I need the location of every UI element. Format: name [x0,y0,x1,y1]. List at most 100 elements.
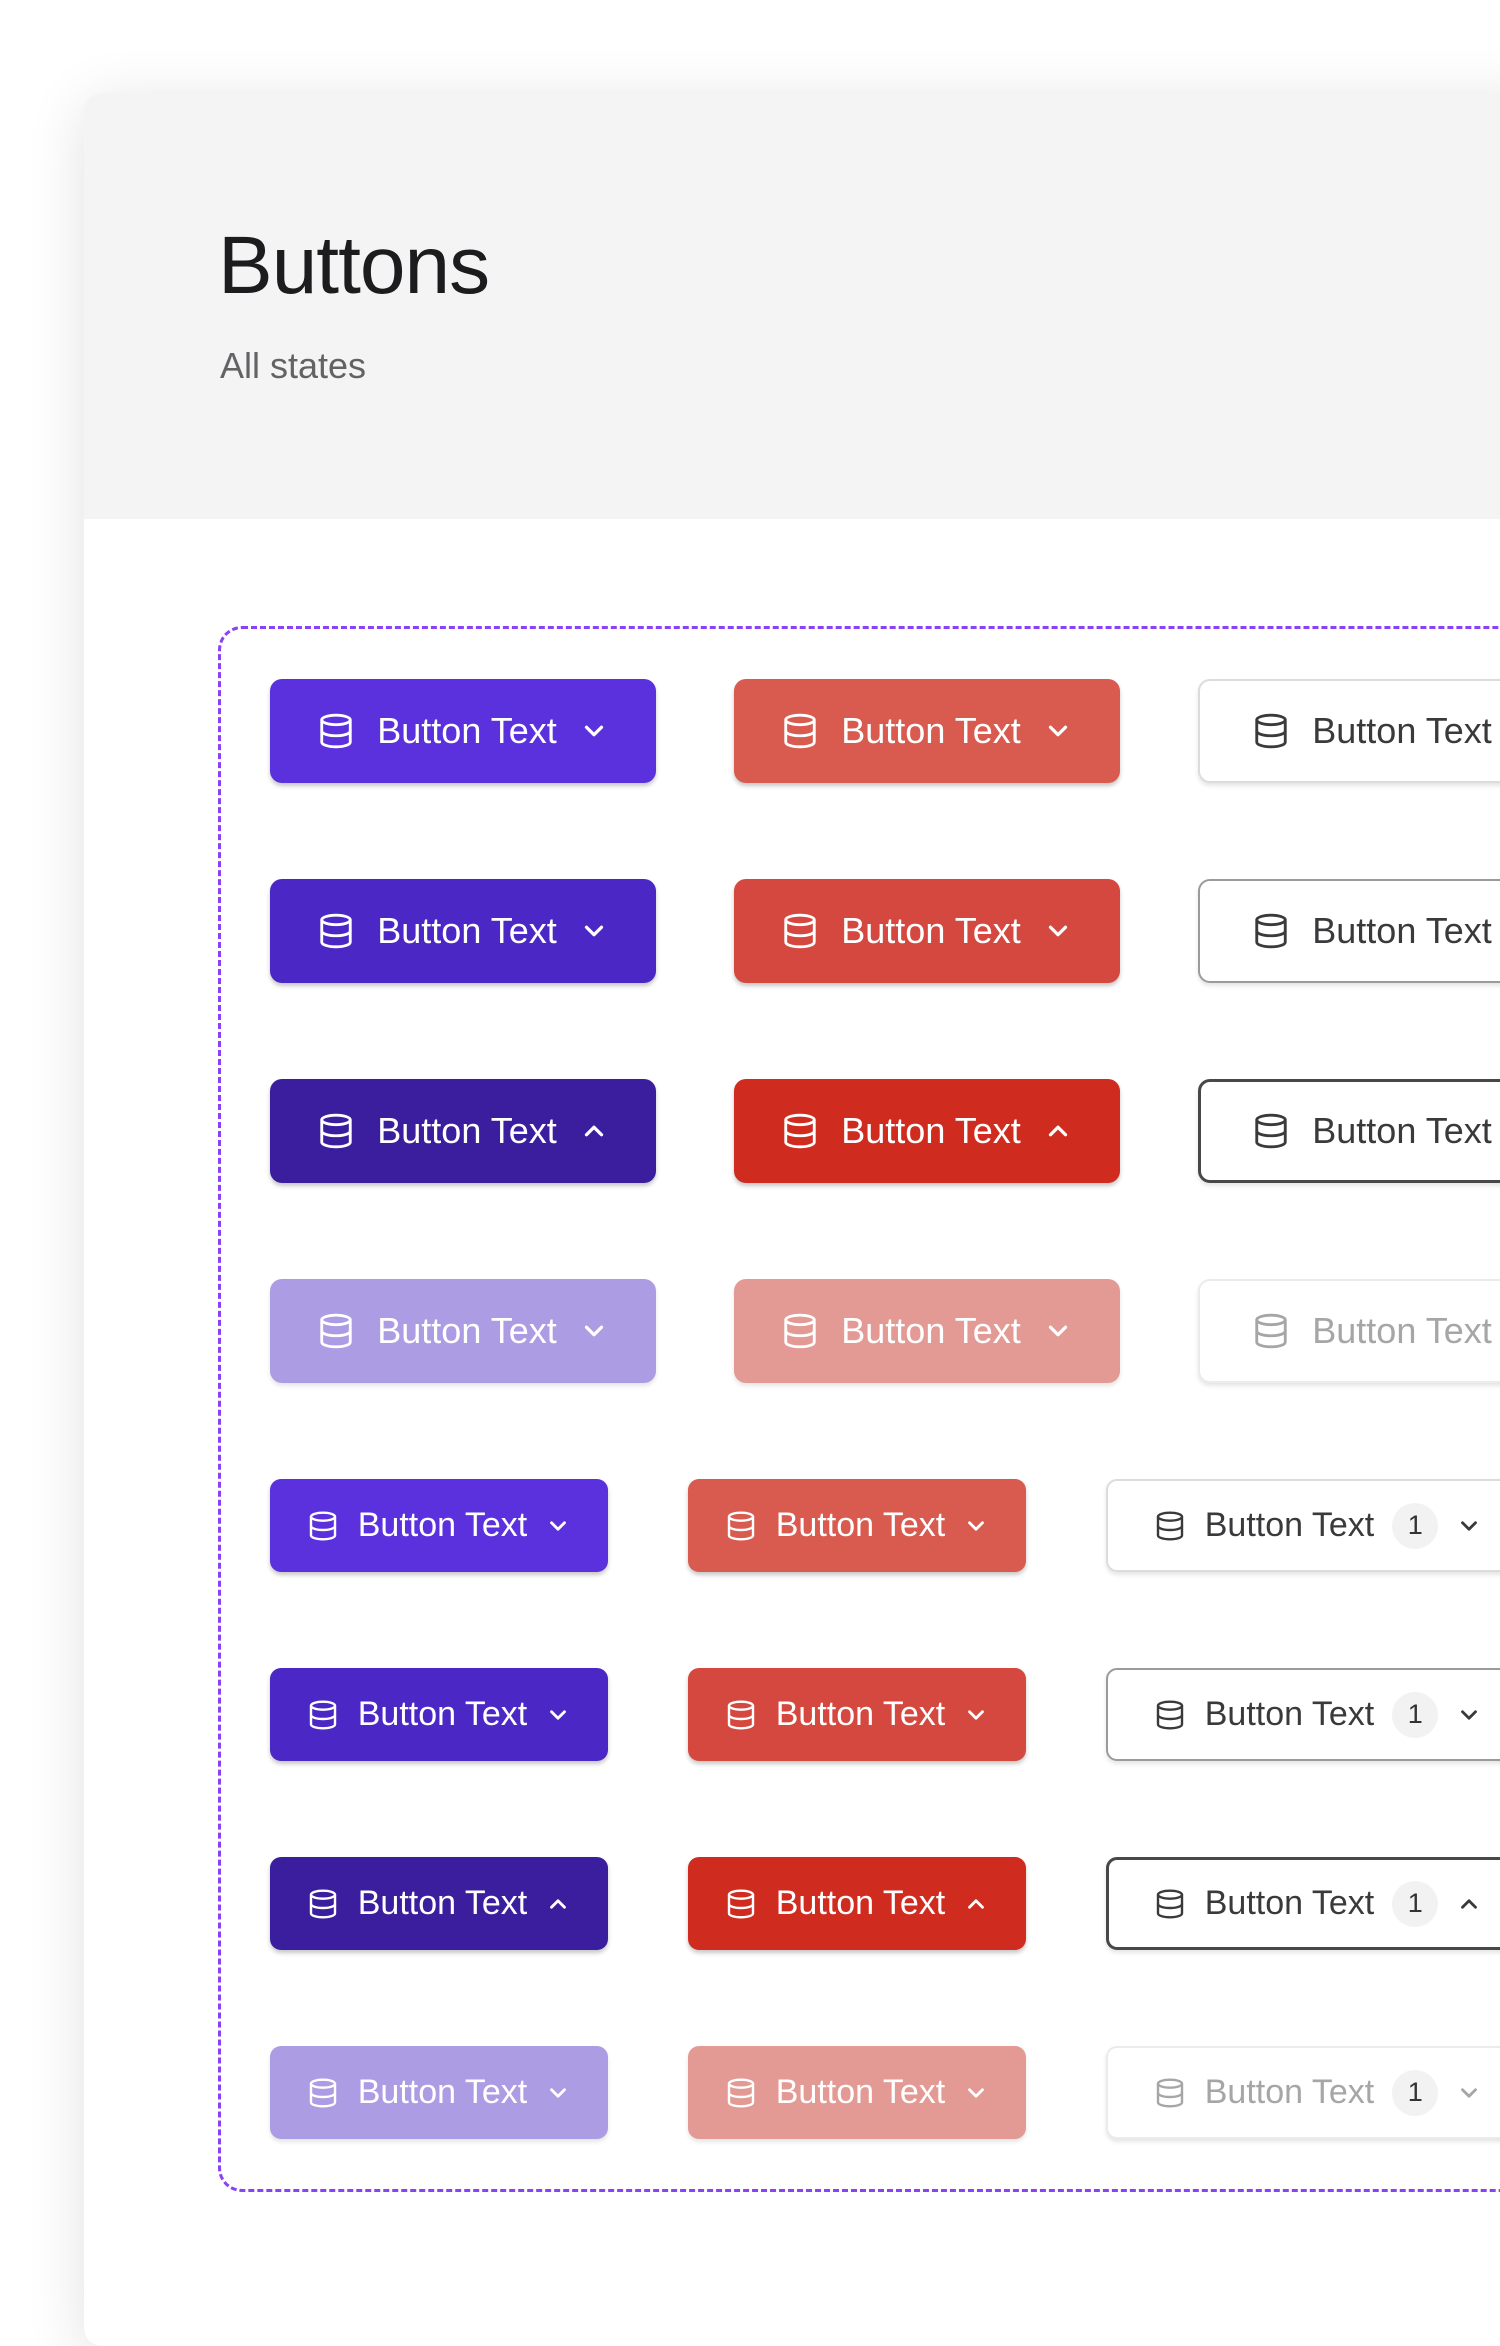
button-label: Button Text [1205,1695,1375,1734]
database-icon [781,1112,819,1150]
primary-button-hover-large[interactable]: Button Text [270,879,656,983]
database-icon [725,2077,757,2109]
outline-button-disabled-small[interactable]: Button Text 1 [1106,2046,1500,2139]
chevron-up-icon [1456,1891,1482,1917]
database-icon [307,1699,339,1731]
button-row: Button Text Button Text Button Text [270,1079,1500,1183]
database-icon [781,712,819,750]
button-label: Button Text [841,910,1020,952]
count-badge: 1 [1392,1881,1438,1927]
database-icon [1252,1312,1290,1350]
button-row: Button Text Button Text Button Text [270,1279,1500,1383]
button-label: Button Text [358,1884,528,1923]
database-icon [317,912,355,950]
database-icon [1252,1112,1290,1150]
chevron-up-icon [545,1891,571,1917]
count-badge: 1 [1392,2070,1438,2116]
button-label: Button Text [841,1310,1020,1352]
buttons-page-card: Buttons All states Button TextButton Tex… [84,93,1500,2346]
outline-button-pressed-large[interactable]: Button Text [1198,1079,1500,1183]
database-icon [725,1510,757,1542]
database-icon [781,912,819,950]
button-label: Button Text [776,1506,946,1545]
chevron-down-icon [545,2080,571,2106]
count-badge: 1 [1392,1503,1438,1549]
button-label: Button Text [358,1695,528,1734]
button-label: Button Text [841,1110,1020,1152]
button-label: Button Text [358,1506,528,1545]
outline-button-hover-small[interactable]: Button Text 1 [1106,1668,1500,1761]
danger-button-disabled-large[interactable]: Button Text [734,1279,1120,1383]
button-label: Button Text [377,1310,556,1352]
button-label: Button Text [377,710,556,752]
button-label: Button Text [776,1884,946,1923]
chevron-down-icon [1456,1702,1482,1728]
chevron-down-icon [545,1513,571,1539]
danger-button-hover-small[interactable]: Button Text [688,1668,1026,1761]
database-icon [781,1312,819,1350]
danger-button-default-small[interactable]: Button Text [688,1479,1026,1572]
primary-button-disabled-small[interactable]: Button Text [270,2046,608,2139]
button-label: Button Text [1205,1884,1375,1923]
database-icon [1154,1888,1186,1920]
chevron-up-icon [1043,1116,1073,1146]
count-badge: 1 [1392,1692,1438,1738]
button-label: Button Text [1205,2073,1375,2112]
primary-button-pressed-large[interactable]: Button Text [270,1079,656,1183]
danger-button-default-large[interactable]: Button Text [734,679,1120,783]
chevron-down-icon [579,916,609,946]
button-row: Button Text Button Text Button Text 1 [270,2046,1500,2139]
chevron-down-icon [963,2080,989,2106]
chevron-down-icon [579,716,609,746]
chevron-down-icon [1456,2080,1482,2106]
chevron-up-icon [963,1891,989,1917]
button-label: Button Text [1205,1506,1375,1545]
database-icon [317,1312,355,1350]
primary-button-default-large[interactable]: Button Text [270,679,656,783]
outline-button-default-large[interactable]: Button Text [1198,679,1500,783]
button-row: Button Text Button Text Button Text 1 [270,1479,1500,1572]
button-states-frame: Button TextButton TextButton TextButton … [218,626,1500,2192]
button-label: Button Text [377,910,556,952]
chevron-down-icon [545,1702,571,1728]
chevron-down-icon [1043,1316,1073,1346]
database-icon [307,1510,339,1542]
button-label: Button Text [776,2073,946,2112]
chevron-down-icon [579,1316,609,1346]
page-title: Buttons [218,221,489,311]
chevron-down-icon [963,1513,989,1539]
danger-button-pressed-small[interactable]: Button Text [688,1857,1026,1950]
primary-button-pressed-small[interactable]: Button Text [270,1857,608,1950]
database-icon [725,1888,757,1920]
database-icon [1252,912,1290,950]
chevron-down-icon [963,1702,989,1728]
outline-button-disabled-large[interactable]: Button Text [1198,1279,1500,1383]
danger-button-pressed-large[interactable]: Button Text [734,1079,1120,1183]
button-row: Button Text Button Text Button Text 1 [270,1857,1500,1950]
database-icon [307,2077,339,2109]
button-row: Button Text Button Text Button Text 1 [270,1668,1500,1761]
database-icon [317,712,355,750]
chevron-down-icon [1043,716,1073,746]
button-label: Button Text [377,1110,556,1152]
chevron-up-icon [579,1116,609,1146]
outline-button-default-small[interactable]: Button Text 1 [1106,1479,1500,1572]
primary-button-hover-small[interactable]: Button Text [270,1668,608,1761]
outline-button-hover-large[interactable]: Button Text [1198,879,1500,983]
button-label: Button Text [776,1695,946,1734]
danger-button-disabled-small[interactable]: Button Text [688,2046,1026,2139]
primary-button-default-small[interactable]: Button Text [270,1479,608,1572]
button-row: Button Text Button Text Button Text [270,879,1500,983]
button-label: Button Text [1312,710,1491,752]
database-icon [1154,1699,1186,1731]
database-icon [1154,2077,1186,2109]
button-label: Button Text [358,2073,528,2112]
primary-button-disabled-large[interactable]: Button Text [270,1279,656,1383]
chevron-down-icon [1456,1513,1482,1539]
outline-button-pressed-small[interactable]: Button Text 1 [1106,1857,1500,1950]
chevron-down-icon [1043,916,1073,946]
database-icon [1154,1510,1186,1542]
danger-button-hover-large[interactable]: Button Text [734,879,1120,983]
page-subtitle: All states [220,345,366,387]
database-icon [307,1888,339,1920]
